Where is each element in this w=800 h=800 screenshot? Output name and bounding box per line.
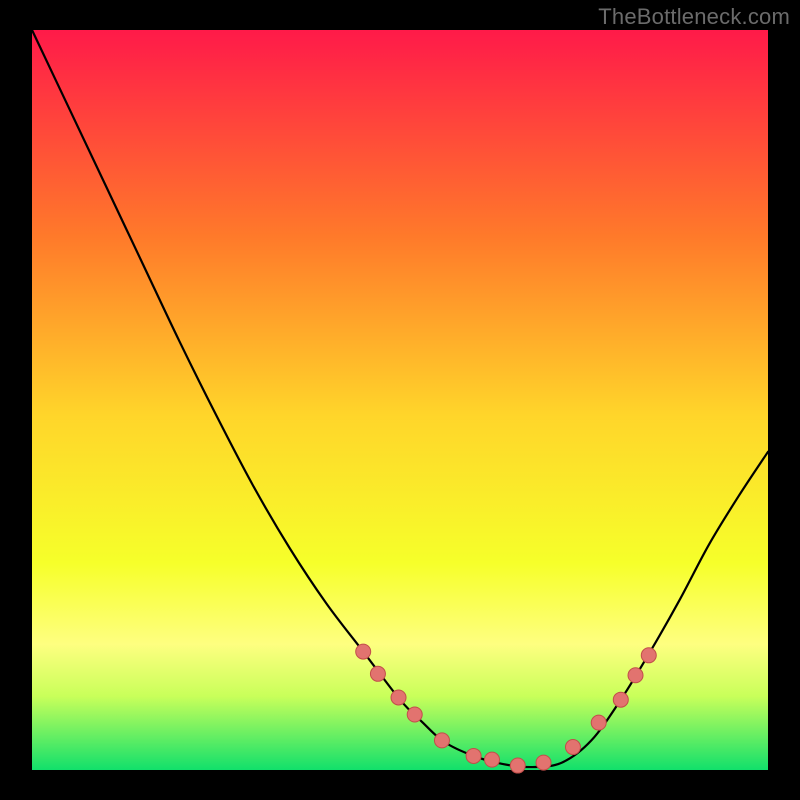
plot-background bbox=[32, 30, 768, 770]
marker-dot bbox=[485, 752, 500, 767]
marker-dot bbox=[407, 707, 422, 722]
marker-dot bbox=[466, 748, 481, 763]
marker-dot bbox=[356, 644, 371, 659]
watermark-text: TheBottleneck.com bbox=[598, 4, 790, 30]
marker-dot bbox=[565, 740, 580, 755]
marker-dot bbox=[391, 690, 406, 705]
chart-svg bbox=[0, 0, 800, 800]
marker-dot bbox=[434, 733, 449, 748]
marker-dot bbox=[510, 758, 525, 773]
marker-dot bbox=[613, 692, 628, 707]
marker-dot bbox=[370, 666, 385, 681]
marker-dot bbox=[536, 755, 551, 770]
marker-dot bbox=[591, 715, 606, 730]
marker-dot bbox=[641, 648, 656, 663]
chart-container: { "watermark": { "text": "TheBottleneck.… bbox=[0, 0, 800, 800]
marker-dot bbox=[628, 668, 643, 683]
